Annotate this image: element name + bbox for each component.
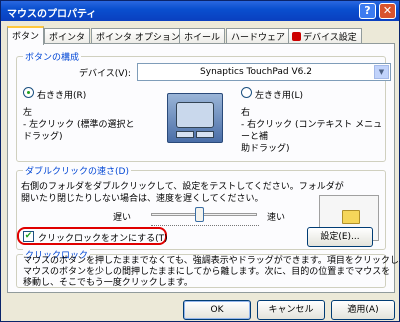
folder-icon[interactable] (342, 210, 360, 224)
click-lock-settings-button[interactable]: 設定(E)... (307, 227, 373, 247)
right-button-description: 右 - 右クリック (コンテキスト メニューと補 助ドラッグ) (241, 108, 383, 154)
tab-pointer-options[interactable]: ポインタ オプション (91, 28, 185, 44)
cancel-button[interactable]: キャンセル (257, 300, 325, 320)
click-lock-checkbox[interactable]: ✔ (23, 231, 34, 242)
tab-strip: ボタン ポインタ ポインタ オプション ホイール ハードウェア デバイス設定 (7, 26, 395, 45)
help-button[interactable]: ? (359, 3, 376, 19)
device-select[interactable]: Synaptics TouchPad V6.2 ▼ (137, 63, 391, 81)
tab-pointer[interactable]: ポインタ (44, 28, 91, 44)
ok-button[interactable]: OK (183, 300, 251, 320)
left-handed-label[interactable]: 左きき用(L) (255, 88, 303, 101)
speed-slider-thumb[interactable] (195, 207, 204, 222)
slow-label: 遅い (113, 213, 132, 223)
left-handed-radio[interactable] (241, 87, 252, 98)
close-button[interactable]: ✕ (379, 3, 396, 19)
window-title: マウスのプロパティ (7, 9, 97, 20)
button-config-group: ボタンの構成 デバイス(V): Synaptics TouchPad V6.2 … (16, 50, 391, 162)
slider-ticks (151, 225, 259, 229)
tab-device-settings-label: デバイス設定 (303, 33, 357, 43)
button-config-label: ボタンの構成 (23, 50, 82, 63)
double-click-desc-2: 開いたり閉じたりしない場合は、速度を遅くしてください。 (21, 194, 264, 204)
title-bar[interactable]: マウスのプロパティ ? ✕ (1, 1, 399, 21)
click-lock-desc-3: 移動し、そこでもう一度クリックします。 (23, 278, 193, 288)
double-click-label: ダブルクリックの速さ(D) (23, 164, 131, 177)
speed-slider-track[interactable] (151, 213, 257, 216)
chevron-down-icon[interactable]: ▼ (374, 65, 389, 79)
device-select-value: Synaptics TouchPad V6.2 (200, 67, 312, 77)
mouse-properties-window: マウスのプロパティ ? ✕ ボタン ポインタ ポインタ オプション ホイール ハ… (0, 0, 400, 322)
click-lock-checkbox-label[interactable]: クリックロックをオンにする(T) (38, 231, 168, 244)
touchpad-image (167, 93, 223, 143)
tab-device-settings[interactable]: デバイス設定 (288, 28, 362, 44)
left-button-description: 左 - 左クリック (標準の選択と ドラッグ) (23, 108, 135, 142)
tab-wheel[interactable]: ホイール (179, 28, 226, 44)
right-handed-radio[interactable] (23, 87, 34, 98)
device-label: デバイス(V): (79, 69, 131, 79)
fast-label: 速い (267, 213, 286, 223)
tab-hardware[interactable]: ハードウェア (226, 28, 291, 44)
apply-button[interactable]: 適用(A) (331, 300, 395, 320)
tab-buttons[interactable]: ボタン (7, 26, 45, 45)
device-settings-icon (292, 32, 301, 41)
right-handed-label[interactable]: 右きき用(R) (37, 88, 86, 101)
